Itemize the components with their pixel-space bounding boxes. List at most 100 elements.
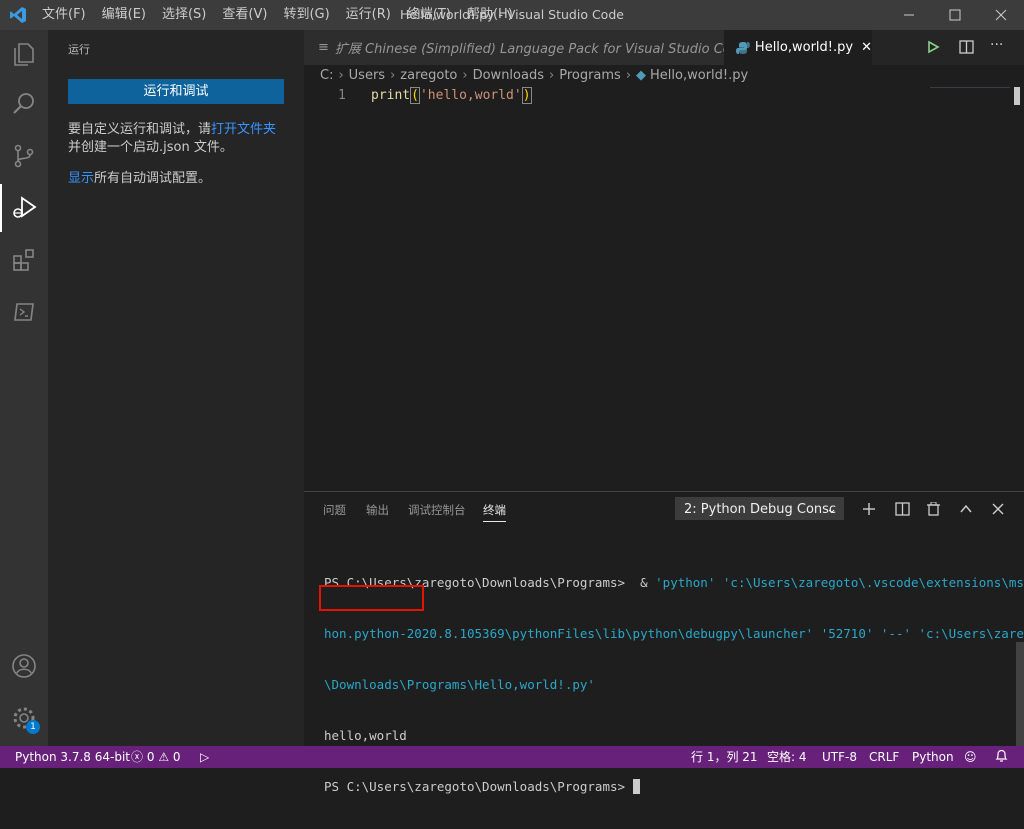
notification-badge: 1 [26, 720, 40, 734]
breadcrumb-item[interactable]: zaregoto [400, 65, 457, 87]
status-bar: Python 3.7.8 64-bit ⓧ 0 ⚠ 0 ▷ 行 1，列 21 空… [0, 746, 1024, 768]
minimize-button[interactable] [886, 0, 932, 30]
breadcrumb-item[interactable]: Hello,world!.py [650, 65, 748, 87]
menu-selection[interactable]: 选择(S) [154, 0, 214, 30]
feedback-icon[interactable]: ☺ [964, 746, 977, 768]
close-icon [995, 9, 1007, 21]
tab-hello-world-py[interactable]: Hello,world!.py ✕ [724, 30, 872, 65]
menu-bar: 文件(F) 编辑(E) 选择(S) 查看(V) 转到(G) 运行(R) 终端(T… [34, 0, 521, 30]
terminal-output[interactable]: PS C:\Users\zaregoto\Downloads\Programs>… [324, 540, 1024, 829]
new-terminal-icon[interactable] [857, 498, 881, 520]
minimize-icon [904, 14, 914, 16]
menu-view[interactable]: 查看(V) [214, 0, 275, 30]
notifications-bell-icon[interactable] [995, 746, 1008, 768]
terminal-prompt: PS C:\Users\zaregoto\Downloads\Programs> [324, 779, 626, 794]
run-and-debug-button[interactable]: 运行和调试 [68, 79, 284, 104]
tab-label: Hello,world!.py [754, 40, 854, 55]
split-terminal-icon[interactable] [890, 498, 914, 520]
terminal-command-cont: hon.python-2020.8.105369\pythonFiles\lib… [324, 626, 1024, 641]
chevron-right-icon: › [390, 68, 396, 83]
maximize-button[interactable] [932, 0, 978, 30]
terminal-program-output: hello,world [324, 728, 407, 743]
manage-gear-icon[interactable]: 1 [0, 694, 48, 742]
code-function: print [371, 88, 411, 103]
show-configs-hint: 显示所有自动调试配置。 [68, 167, 211, 186]
indentation[interactable]: 空格: 4 [767, 746, 807, 768]
terminal-amp: & [640, 575, 648, 590]
tab-terminal[interactable]: 终端 [483, 502, 506, 522]
extensions-icon[interactable] [0, 236, 48, 284]
warning-count: 0 [172, 750, 181, 764]
close-panel-icon[interactable] [986, 498, 1010, 520]
tab-debug-console[interactable]: 调试控制台 [408, 502, 466, 518]
explorer-icon[interactable] [0, 30, 48, 78]
title-bar: 文件(F) 编辑(E) 选择(S) 查看(V) 转到(G) 运行(R) 终端(T… [0, 0, 1024, 30]
more-actions-icon[interactable]: ··· [990, 37, 1003, 53]
menu-edit[interactable]: 编辑(E) [94, 0, 154, 30]
problems-indicator[interactable]: ⓧ 0 ⚠ 0 [131, 746, 181, 768]
code-editor[interactable]: 1 print('hello,world') [304, 87, 1024, 491]
terminal-line: PS C:\Users\zaregoto\Downloads\Programs> [324, 778, 1024, 795]
run-python-file-icon[interactable] [926, 40, 940, 58]
terminal-select[interactable]: 2: Python Debug Consc ⌄ [675, 497, 844, 520]
editor-tabs: ≡ 扩展 Chinese (Simplified) Language Pack … [304, 30, 1024, 65]
run-debug-icon[interactable] [0, 184, 48, 232]
tab-problems[interactable]: 问题 [323, 502, 346, 518]
account-icon[interactable] [0, 642, 48, 690]
search-icon[interactable] [0, 80, 48, 128]
vscode-logo-icon [9, 6, 27, 24]
maximize-panel-icon[interactable] [954, 498, 978, 520]
menu-terminal[interactable]: 终端(T) [399, 0, 459, 30]
show-link[interactable]: 显示 [68, 171, 94, 186]
chevron-down-icon: ⌄ [826, 502, 837, 517]
close-window-button[interactable] [978, 0, 1024, 30]
close-tab-icon[interactable]: ✕ [861, 40, 872, 55]
run-sidebar: 运行 运行和调试 要自定义运行和调试，请打开文件夹 并创建一个启动.json 文… [48, 30, 304, 746]
error-icon: ⓧ [131, 750, 144, 764]
warning-icon: ⚠ [158, 750, 170, 764]
chevron-right-icon: › [462, 68, 468, 83]
split-editor-icon[interactable] [959, 40, 974, 58]
run-debug-status-icon[interactable]: ▷ [200, 746, 209, 768]
menu-file[interactable]: 文件(F) [34, 0, 94, 30]
breadcrumb-item[interactable]: Programs [559, 65, 621, 87]
terminal-select-value: 2: Python Debug Consc [684, 502, 837, 517]
menu-run[interactable]: 运行(R) [338, 0, 399, 30]
python-interpreter[interactable]: Python 3.7.8 64-bit [15, 746, 130, 768]
terminal-command: 'python' 'c:\Users\zaregoto\.vscode\exte… [655, 575, 1024, 590]
tab-output[interactable]: 输出 [366, 502, 389, 518]
open-folder-link[interactable]: 打开文件夹 [211, 122, 276, 137]
cursor-position[interactable]: 行 1，列 21 [691, 746, 758, 768]
extension-file-icon: ≡ [318, 40, 329, 55]
trash-icon[interactable] [921, 498, 945, 520]
line-number: 1 [338, 88, 346, 103]
show-configs-text: 所有自动调试配置。 [94, 171, 212, 186]
minimap[interactable] [930, 87, 1010, 91]
breadcrumb-item[interactable]: C: [320, 65, 333, 87]
python-file-icon: ◆ [636, 68, 647, 83]
menu-help[interactable]: 帮助(H) [459, 0, 521, 30]
customize-hint-text: 要自定义运行和调试，请 [68, 122, 212, 137]
code-string: 'hello,world' [419, 88, 522, 103]
encoding[interactable]: UTF-8 [822, 746, 857, 768]
terminal-command-cont: \Downloads\Programs\Hello,world!.py' [324, 677, 595, 692]
menu-go[interactable]: 转到(G) [275, 0, 337, 30]
terminal-line: PS C:\Users\zaregoto\Downloads\Programs>… [324, 574, 1024, 591]
terminal-cursor [632, 779, 640, 794]
output-highlight-box [319, 585, 424, 611]
editor-scrollbar[interactable] [1014, 87, 1020, 105]
tab-extension-language-pack[interactable]: ≡ 扩展 Chinese (Simplified) Language Pack … [304, 30, 747, 65]
remote-icon[interactable] [0, 288, 48, 336]
code-line[interactable]: print('hello,world') [371, 87, 532, 104]
breadcrumb-item[interactable]: Users [349, 65, 385, 87]
chevron-right-icon: › [338, 68, 344, 83]
breadcrumb: C: › Users › zaregoto › Downloads › Programs… [304, 65, 748, 87]
panel-scrollbar[interactable] [1016, 642, 1024, 746]
chevron-right-icon: › [549, 68, 555, 83]
end-of-line[interactable]: CRLF [869, 746, 899, 768]
python-file-icon [736, 41, 750, 54]
maximize-icon [949, 9, 961, 21]
source-control-icon[interactable] [0, 132, 48, 180]
language-mode[interactable]: Python [912, 746, 954, 768]
breadcrumb-item[interactable]: Downloads [473, 65, 544, 87]
